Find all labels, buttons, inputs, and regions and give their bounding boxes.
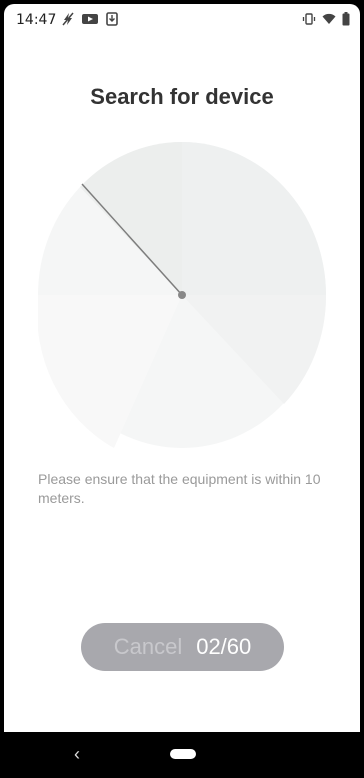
- cancel-label: Cancel: [113, 634, 183, 659]
- vibrate-icon: [302, 13, 316, 25]
- status-right-icons: [302, 12, 350, 26]
- youtube-icon: [82, 14, 98, 24]
- back-icon[interactable]: ‹: [74, 744, 80, 765]
- radar-center-dot: [178, 291, 186, 299]
- status-time: 14:47: [16, 12, 57, 28]
- page-title: Search for device: [90, 84, 274, 109]
- wifi-icon: [322, 13, 336, 24]
- app-screen: 14:47 Search for device Please ensure th…: [4, 4, 360, 732]
- search-counter: 02/60: [196, 634, 252, 659]
- radar-scanner: [38, 142, 326, 448]
- range-hint: Please ensure that the equipment is with…: [38, 471, 321, 506]
- cancel-search-button[interactable]: Cancel 02/60: [81, 623, 284, 671]
- home-pill-icon[interactable]: [170, 749, 196, 759]
- status-left-icons: [62, 12, 118, 26]
- system-nav-bar: ‹: [0, 732, 364, 778]
- download-icon: [106, 12, 118, 26]
- battery-icon: [342, 12, 350, 26]
- status-bar: 14:47: [4, 4, 360, 34]
- no-bolt-icon: [62, 12, 74, 26]
